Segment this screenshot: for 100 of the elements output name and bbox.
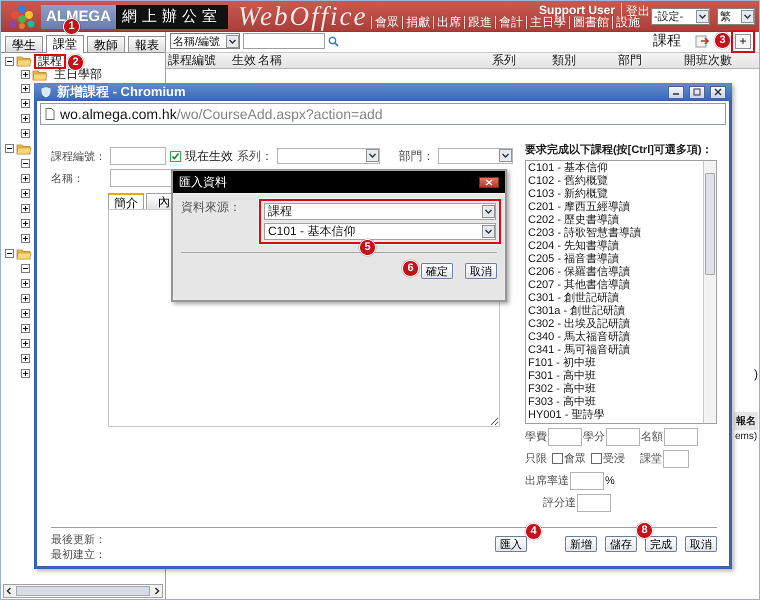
field-label: 學費 bbox=[525, 430, 547, 444]
collapse-icon[interactable] bbox=[5, 144, 14, 153]
nav-link[interactable]: 主日學 bbox=[526, 16, 569, 29]
list-option[interactable]: F301 - 高中班 bbox=[528, 370, 701, 383]
scroll-right-icon[interactable] bbox=[152, 586, 162, 596]
input-field[interactable] bbox=[548, 428, 582, 446]
url-text: wo.almega.com.hk/wo/CourseAdd.aspx?action=add bbox=[60, 106, 383, 122]
expand-icon[interactable] bbox=[21, 354, 30, 363]
list-option[interactable]: C205 - 福音書導讀 bbox=[528, 253, 701, 266]
list-option[interactable]: C204 - 先知書導讀 bbox=[528, 240, 701, 253]
list-option[interactable]: C203 - 詩歌智慧書導讀 bbox=[528, 227, 701, 240]
tab[interactable]: 報表 bbox=[128, 36, 166, 52]
search-icon[interactable] bbox=[328, 36, 339, 46]
collapse-icon[interactable] bbox=[5, 249, 14, 258]
tab[interactable]: 學生 bbox=[5, 36, 43, 52]
action-button[interactable]: 匯入 bbox=[495, 536, 527, 552]
expand-icon[interactable] bbox=[21, 129, 30, 138]
list-option[interactable]: C340 - 馬太福音研讀 bbox=[528, 331, 701, 344]
tab[interactable]: 教師 bbox=[87, 36, 125, 52]
input-field[interactable] bbox=[577, 494, 611, 512]
course-listbox[interactable] bbox=[525, 160, 717, 424]
vertical-scrollbar[interactable] bbox=[703, 161, 716, 423]
nav-link[interactable]: 設施 bbox=[612, 16, 643, 29]
add-button[interactable]: + bbox=[735, 34, 751, 48]
horizontal-scrollbar[interactable] bbox=[3, 584, 163, 598]
list-option[interactable]: C341 - 馬可福音研讀 bbox=[528, 344, 701, 357]
expand-icon[interactable] bbox=[21, 114, 30, 123]
collapse-icon[interactable] bbox=[21, 159, 30, 168]
checkbox[interactable] bbox=[552, 453, 563, 464]
maximize-button[interactable] bbox=[689, 86, 705, 98]
dialog-button[interactable]: 取消 bbox=[465, 263, 497, 279]
source-select[interactable]: C101 - 基本信仰 bbox=[264, 223, 496, 240]
expand-icon[interactable] bbox=[21, 99, 30, 108]
checkbox[interactable] bbox=[170, 150, 181, 162]
action-button[interactable]: 新增 bbox=[565, 536, 597, 552]
nav-link[interactable]: 捐獻 bbox=[402, 16, 433, 29]
list-option[interactable]: C301 - 創世記研讀 bbox=[528, 292, 701, 305]
expand-icon[interactable] bbox=[21, 339, 30, 348]
expand-icon[interactable] bbox=[21, 204, 30, 213]
input-field[interactable] bbox=[570, 472, 604, 490]
list-option[interactable]: F302 - 高中班 bbox=[528, 383, 701, 396]
address-bar[interactable]: wo.almega.com.hk/wo/CourseAdd.aspx?action=add bbox=[40, 103, 726, 125]
nav-link[interactable]: 出席 bbox=[433, 16, 464, 29]
minimize-button[interactable] bbox=[668, 86, 684, 98]
expand-icon[interactable] bbox=[21, 234, 30, 243]
list-option[interactable]: C102 - 舊約概覽 bbox=[528, 175, 701, 188]
list-option[interactable]: C202 - 歷史書導讀 bbox=[528, 214, 701, 227]
expand-icon[interactable] bbox=[21, 324, 30, 333]
input-field[interactable] bbox=[110, 147, 166, 165]
cut-off-text: ems) bbox=[735, 431, 758, 442]
list-option[interactable]: C101 - 基本信仰 bbox=[528, 162, 701, 175]
settings-select[interactable]: -設定- bbox=[651, 8, 710, 25]
list-option[interactable]: C206 - 保羅書信導讀 bbox=[528, 266, 701, 279]
tab[interactable]: 簡介 bbox=[108, 193, 144, 209]
expand-icon[interactable] bbox=[21, 189, 30, 198]
list-option[interactable]: C103 - 新約概覽 bbox=[528, 188, 701, 201]
field-label: 學分 bbox=[583, 430, 605, 444]
list-option[interactable]: F303 - 高中班 bbox=[528, 396, 701, 409]
column-header: 開班次數 bbox=[684, 52, 733, 69]
tab[interactable]: 課堂 bbox=[46, 35, 84, 53]
nav-link[interactable]: 會眾 bbox=[371, 16, 402, 29]
close-icon bbox=[485, 178, 493, 186]
expand-icon[interactable] bbox=[21, 294, 30, 303]
input-field[interactable] bbox=[606, 428, 640, 446]
search-by-select[interactable]: 名稱/編號 bbox=[170, 33, 240, 49]
collapse-icon[interactable] bbox=[21, 264, 30, 273]
collapse-icon[interactable] bbox=[5, 56, 14, 66]
list-option[interactable]: C201 - 摩西五經導讀 bbox=[528, 201, 701, 214]
input-field[interactable] bbox=[663, 450, 689, 468]
list-option[interactable]: C301a - 創世記研讀 bbox=[528, 305, 701, 318]
list-option[interactable]: C207 - 其他書信導讀 bbox=[528, 279, 701, 292]
action-button[interactable]: 儲存 bbox=[605, 536, 637, 552]
nav-link[interactable]: 會計 bbox=[495, 16, 526, 29]
list-option[interactable]: HY001 - 聖詩學 bbox=[528, 409, 701, 422]
list-option[interactable]: F101 - 初中班 bbox=[528, 357, 701, 370]
action-button[interactable]: 取消 bbox=[685, 536, 717, 552]
action-button[interactable]: 完成 bbox=[645, 536, 677, 552]
expand-icon[interactable] bbox=[21, 369, 30, 378]
list-option[interactable]: C302 - 出埃及記研讀 bbox=[528, 318, 701, 331]
export-icon[interactable] bbox=[694, 33, 710, 49]
nav-link[interactable]: 跟進 bbox=[464, 16, 495, 29]
dialog-button[interactable]: 確定 bbox=[421, 263, 453, 279]
expand-icon[interactable] bbox=[21, 279, 30, 288]
field-label: 要求完成以下課程(按[Ctrl]可選多項)： bbox=[525, 142, 714, 157]
expand-icon[interactable] bbox=[21, 70, 30, 79]
close-button[interactable] bbox=[710, 86, 726, 98]
search-field[interactable] bbox=[243, 33, 325, 49]
expand-icon[interactable] bbox=[21, 84, 30, 93]
scroll-left-icon[interactable] bbox=[4, 586, 14, 596]
source-select[interactable]: 課程 bbox=[264, 203, 496, 220]
expand-icon[interactable] bbox=[21, 174, 30, 183]
close-button[interactable] bbox=[479, 176, 499, 188]
column-header: 部門 bbox=[618, 52, 643, 69]
nav-link[interactable]: 圖書館 bbox=[569, 16, 612, 29]
checkbox[interactable] bbox=[591, 453, 602, 464]
tree-item[interactable]: 課程 bbox=[34, 54, 66, 68]
expand-icon[interactable] bbox=[21, 309, 30, 318]
expand-icon[interactable] bbox=[21, 219, 30, 228]
input-field[interactable] bbox=[664, 428, 698, 446]
language-select[interactable]: 繁 bbox=[717, 8, 755, 25]
